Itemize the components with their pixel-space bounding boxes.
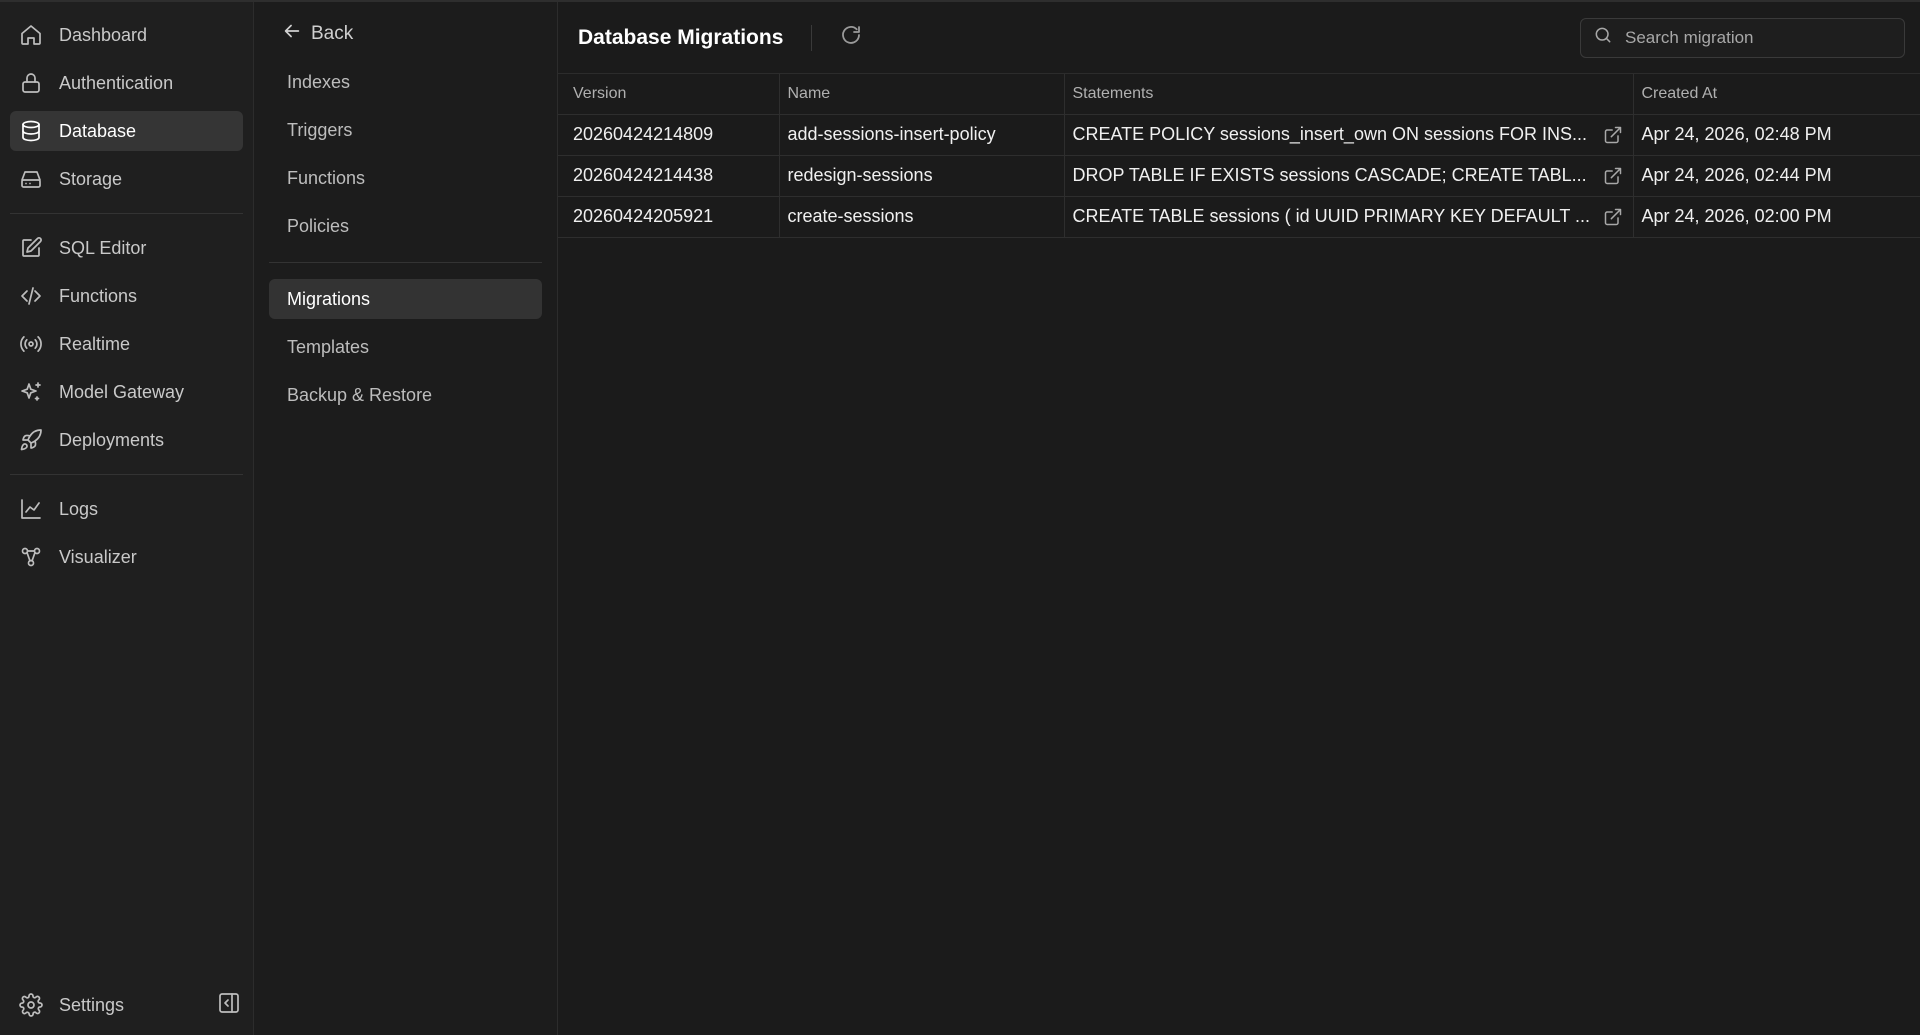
page-title: Database Migrations xyxy=(578,25,784,49)
sidebar-item-realtime[interactable]: Realtime xyxy=(10,324,243,364)
sidebar-item-label: Database xyxy=(59,120,137,141)
subnav-item-functions[interactable]: Functions xyxy=(269,158,542,198)
version-cell: 20260424205921 xyxy=(558,196,780,238)
migrations-table: Version Name Statements Created At 20260… xyxy=(558,74,1920,238)
rocket-icon xyxy=(18,427,44,453)
table-row[interactable]: 20260424214809 add-sessions-insert-polic… xyxy=(558,114,1920,156)
column-header-version[interactable]: Version xyxy=(558,74,780,115)
sidebar-item-label: Visualizer xyxy=(59,546,137,567)
sidebar-item-sql-editor[interactable]: SQL Editor xyxy=(10,228,243,268)
page-header: Database Migrations xyxy=(558,2,1920,74)
table-header-row: Version Name Statements Created At xyxy=(558,74,1920,115)
created-at-cell: Apr 24, 2026, 02:48 PM xyxy=(1633,114,1920,156)
sidebar-item-label: Realtime xyxy=(59,333,131,354)
primary-sidebar: Dashboard Authentication Database Storag… xyxy=(0,2,254,1035)
version-cell: 20260424214809 xyxy=(558,114,780,156)
hard-drive-icon xyxy=(18,166,44,192)
sidebar-item-storage[interactable]: Storage xyxy=(10,159,243,199)
search-icon xyxy=(1593,25,1625,50)
subnav-divider xyxy=(269,262,542,263)
line-chart-icon xyxy=(18,496,44,522)
name-cell: redesign-sessions xyxy=(779,155,1065,197)
broadcast-icon xyxy=(18,331,44,357)
sidebar-item-authentication[interactable]: Authentication xyxy=(10,63,243,103)
back-button[interactable]: Back xyxy=(269,16,542,52)
name-cell: create-sessions xyxy=(779,196,1065,238)
external-link-icon[interactable] xyxy=(1603,165,1625,187)
sidebar-item-label: Deployments xyxy=(59,429,165,450)
subnav-group-objects: Indexes Triggers Functions Policies xyxy=(269,62,542,246)
sidebar-item-settings[interactable]: Settings xyxy=(10,985,215,1025)
lock-icon xyxy=(18,70,44,96)
sidebar-footer: Settings xyxy=(10,985,243,1025)
code-icon xyxy=(18,283,44,309)
statements-text: CREATE TABLE sessions ( id UUID PRIMARY … xyxy=(1072,206,1591,226)
main-content: Database Migrations Version Name Stateme… xyxy=(558,2,1920,1035)
nav-group-observe: Logs Visualizer xyxy=(10,489,243,577)
subnav-item-templates[interactable]: Templates xyxy=(269,327,542,367)
table-row[interactable]: 20260424214438 redesign-sessions DROP TA… xyxy=(558,155,1920,197)
sidebar-item-label: Model Gateway xyxy=(59,381,185,402)
sidebar-divider xyxy=(10,213,243,214)
sidebar-item-deployments[interactable]: Deployments xyxy=(10,420,243,460)
sidebar-item-label: Dashboard xyxy=(59,24,148,45)
subnav-item-triggers[interactable]: Triggers xyxy=(269,110,542,150)
sidebar-item-visualizer[interactable]: Visualizer xyxy=(10,537,243,577)
panel-collapse-icon xyxy=(217,991,241,1020)
sidebar-item-label: Settings xyxy=(59,994,125,1015)
column-header-statements[interactable]: Statements xyxy=(1064,74,1634,115)
collapse-sidebar-button[interactable] xyxy=(215,991,243,1019)
created-at-cell: Apr 24, 2026, 02:00 PM xyxy=(1633,196,1920,238)
sidebar-item-logs[interactable]: Logs xyxy=(10,489,243,529)
sidebar-item-functions[interactable]: Functions xyxy=(10,276,243,316)
back-label: Back xyxy=(311,23,354,44)
sidebar-divider xyxy=(10,474,243,475)
external-link-icon[interactable] xyxy=(1603,124,1625,146)
database-subnav: Back Indexes Triggers Functions Policies… xyxy=(254,2,558,1035)
statements-cell: DROP TABLE IF EXISTS sessions CASCADE; C… xyxy=(1064,155,1634,197)
name-cell: add-sessions-insert-policy xyxy=(779,114,1065,156)
column-header-name[interactable]: Name xyxy=(779,74,1065,115)
subnav-item-backup-restore[interactable]: Backup & Restore xyxy=(269,375,542,415)
statements-text: CREATE POLICY sessions_insert_own ON ses… xyxy=(1072,124,1588,144)
subnav-group-ops: Migrations Templates Backup & Restore xyxy=(269,279,542,415)
subnav-item-indexes[interactable]: Indexes xyxy=(269,62,542,102)
search-box[interactable] xyxy=(1580,17,1905,58)
sidebar-item-label: SQL Editor xyxy=(59,237,147,258)
sidebar-item-label: Functions xyxy=(59,285,138,306)
header-divider xyxy=(811,24,813,51)
sidebar-item-label: Storage xyxy=(59,168,123,189)
sidebar-item-dashboard[interactable]: Dashboard xyxy=(10,15,243,55)
table-row[interactable]: 20260424205921 create-sessions CREATE TA… xyxy=(558,196,1920,238)
arrow-left-icon xyxy=(281,20,311,48)
subnav-item-migrations[interactable]: Migrations xyxy=(269,279,542,319)
sidebar-item-database[interactable]: Database xyxy=(10,111,243,151)
database-icon xyxy=(18,118,44,144)
refresh-button[interactable] xyxy=(836,23,866,53)
statements-cell: CREATE TABLE sessions ( id UUID PRIMARY … xyxy=(1064,196,1634,238)
statements-text: DROP TABLE IF EXISTS sessions CASCADE; C… xyxy=(1072,165,1587,185)
subnav-item-policies[interactable]: Policies xyxy=(269,206,542,246)
search-input[interactable] xyxy=(1625,27,1892,48)
nav-group-tools: SQL Editor Functions Realtime Model Gate… xyxy=(10,228,243,460)
graph-icon xyxy=(18,544,44,570)
sidebar-item-label: Authentication xyxy=(59,72,174,93)
home-icon xyxy=(18,22,44,48)
sidebar-item-model-gateway[interactable]: Model Gateway xyxy=(10,372,243,412)
refresh-icon xyxy=(839,23,863,52)
column-header-created-at[interactable]: Created At xyxy=(1633,74,1920,115)
version-cell: 20260424214438 xyxy=(558,155,780,197)
statements-cell: CREATE POLICY sessions_insert_own ON ses… xyxy=(1064,114,1634,156)
sidebar-item-label: Logs xyxy=(59,498,99,519)
edit-icon xyxy=(18,235,44,261)
external-link-icon[interactable] xyxy=(1603,206,1625,228)
nav-group-main: Dashboard Authentication Database Storag… xyxy=(10,15,243,199)
sparkles-icon xyxy=(18,379,44,405)
gear-icon xyxy=(18,992,44,1018)
created-at-cell: Apr 24, 2026, 02:44 PM xyxy=(1633,155,1920,197)
